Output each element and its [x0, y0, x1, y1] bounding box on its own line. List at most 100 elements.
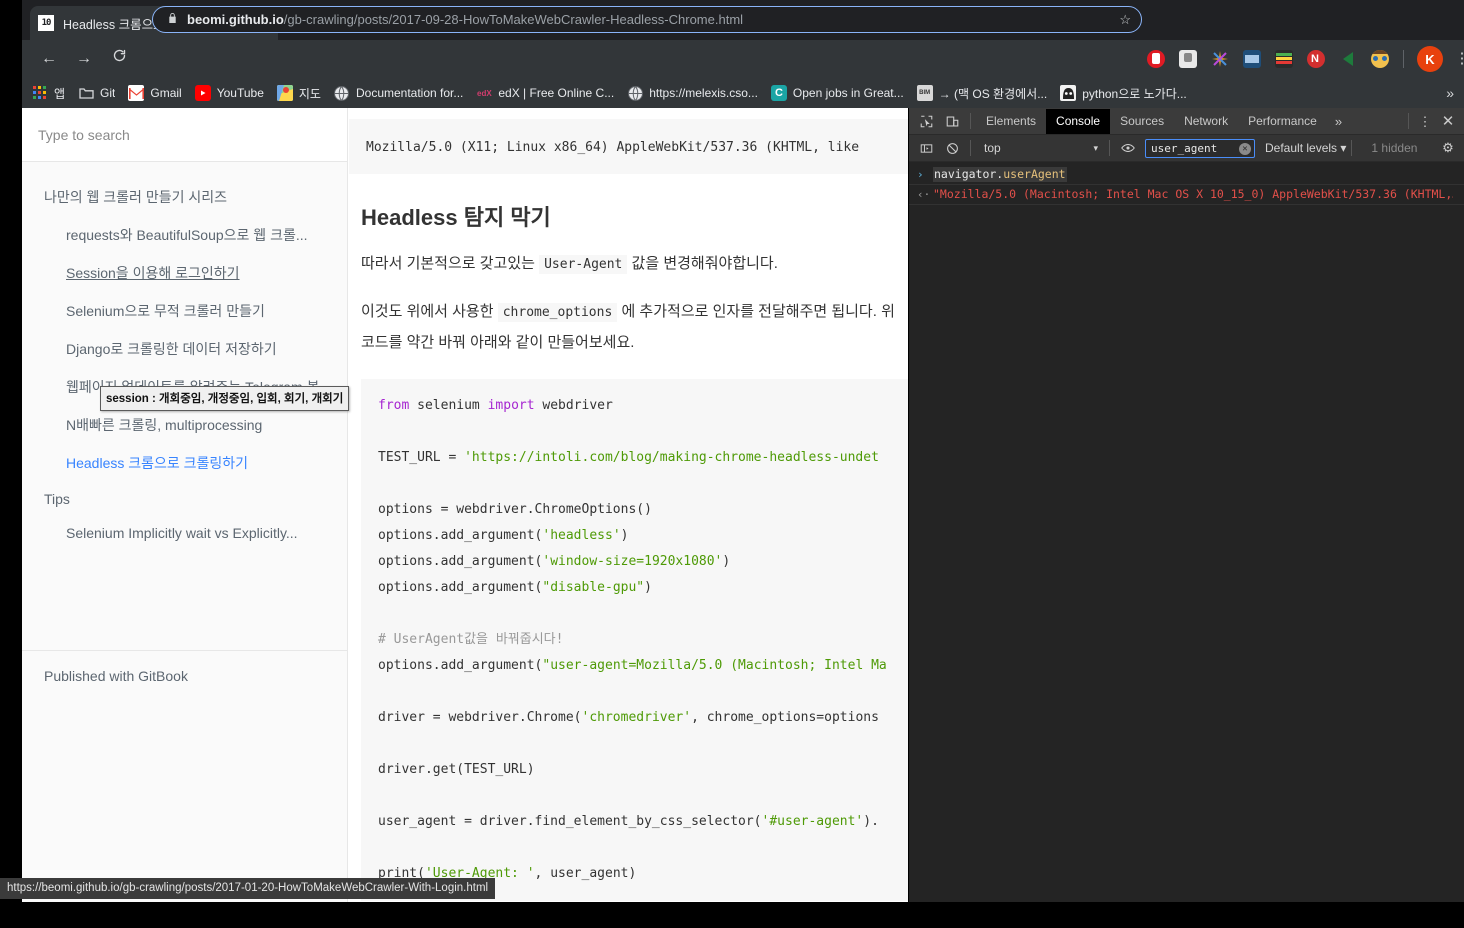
gitbook-sidebar: 나만의 웹 크롤러 만들기 시리즈 requests와 BeautifulSou…	[22, 108, 348, 902]
extension-icon-robot[interactable]	[1179, 50, 1197, 68]
reload-button[interactable]	[104, 44, 134, 74]
console-toolbar: top ▾ user_agent ✕ Default levels ▾ 1 hi…	[909, 135, 1464, 162]
toolbar-divider	[1403, 50, 1404, 68]
globe-icon	[627, 85, 643, 101]
log-levels-select[interactable]: Default levels ▾	[1265, 141, 1346, 155]
bookmark-label: Gmail	[150, 86, 182, 100]
lock-icon	[167, 12, 178, 27]
execution-context-select[interactable]: top ▾	[976, 141, 1104, 155]
sidebar-item-session-login[interactable]: Session을 이용해 로그인하기	[22, 254, 347, 292]
tab-network[interactable]: Network	[1174, 109, 1238, 134]
divider	[1109, 140, 1110, 156]
tab-sources[interactable]: Sources	[1110, 109, 1174, 134]
console-sidebar-toggle-icon[interactable]	[913, 136, 939, 161]
article-content: Mozilla/5.0 (X11; Linux x86_64) AppleWeb…	[349, 108, 908, 902]
code-token: webdriver	[542, 398, 613, 413]
useragent-output-pre: Mozilla/5.0 (X11; Linux x86_64) AppleWeb…	[349, 119, 908, 174]
more-tabs-icon[interactable]: »	[1327, 114, 1350, 129]
bookmark-label: https://melexis.cso...	[649, 86, 758, 100]
bookmark-apps[interactable]: 앱	[32, 85, 65, 102]
code-token: import	[487, 398, 543, 413]
sidebar-item-headless-chrome[interactable]: Headless 크롬으로 크롤링하기	[22, 444, 347, 482]
tab-console[interactable]: Console	[1046, 108, 1111, 134]
sidebar-item-requests-bs4[interactable]: requests와 BeautifulSoup으로 웹 크롤...	[22, 216, 347, 254]
bookmark-python[interactable]: python으로 노가다...	[1060, 85, 1187, 102]
bookmark-label: → (맥 OS 환경에서...	[938, 86, 1048, 101]
edx-icon: edX	[477, 88, 492, 98]
extension-icon-color-stack[interactable]	[1275, 50, 1293, 68]
chrome-menu-button[interactable]: ⋮	[1451, 51, 1464, 66]
code-token: )	[722, 554, 731, 569]
inspect-element-icon[interactable]	[913, 109, 939, 134]
search-input[interactable]	[38, 126, 331, 143]
console-input-row[interactable]: › navigator.userAgent	[909, 165, 1464, 185]
bookmark-label: 앱	[54, 86, 66, 101]
para2-before: 이것도 위에서 사용한	[361, 303, 498, 320]
devtools-tabbar: Elements Console Sources Network Perform…	[909, 108, 1464, 135]
bookmark-edx[interactable]: edX edX | Free Online C...	[476, 85, 614, 101]
console-settings-gear-icon[interactable]: ⚙	[1436, 140, 1460, 156]
bookmarks-bar: 앱 Git Gmail YouTube 지도 Documentation for…	[22, 78, 1464, 108]
code-token: options.add_argument(	[378, 658, 543, 673]
sidebar-item-multiprocessing[interactable]: N배빠른 크롤링, multiprocessing	[22, 406, 347, 444]
console-filter-input[interactable]: user_agent ✕	[1145, 138, 1255, 158]
expression-property: userAgent	[1003, 167, 1066, 181]
devtools-panel: Elements Console Sources Network Perform…	[908, 108, 1464, 902]
bookmark-star-icon[interactable]: ☆	[1117, 12, 1131, 28]
tab-elements[interactable]: Elements	[976, 109, 1046, 134]
bookmark-git[interactable]: Git	[78, 85, 115, 101]
bookmark-maps[interactable]: 지도	[276, 85, 321, 102]
bookmark-gmail[interactable]: Gmail	[128, 85, 182, 101]
extension-icon-star-burst[interactable]	[1211, 50, 1229, 68]
bookmark-macos[interactable]: BIM → (맥 OS 환경에서...	[916, 85, 1048, 102]
code-token: options.add_argument(	[378, 528, 543, 543]
sidebar-item-implicit-explicit-wait[interactable]: Selenium Implicitly wait vs Explicitly..…	[22, 516, 347, 550]
clear-console-icon[interactable]	[939, 136, 965, 161]
code-token: TEST_URL =	[378, 450, 465, 465]
code-token: ).	[863, 814, 879, 829]
bookmark-label: YouTube	[216, 86, 264, 100]
bookmark-melexis[interactable]: https://melexis.cso...	[627, 85, 758, 101]
clear-filter-icon[interactable]: ✕	[1239, 142, 1251, 155]
extension-icon-green-flag[interactable]	[1339, 50, 1357, 68]
link-tooltip: session : 개회중임, 개정중임, 입회, 회기, 개회기	[100, 386, 350, 411]
url-domain: beomi.github.io	[187, 12, 284, 27]
bookmark-open-jobs[interactable]: C Open jobs in Great...	[770, 85, 904, 101]
code-line: TEST_URL = 'https://intoli.com/blog/maki…	[378, 445, 908, 471]
para1-after: 값을 변경해줘야합니다.	[627, 255, 778, 272]
search-box[interactable]	[22, 108, 347, 162]
code-token: # UserAgent값을 바꿔줍시다!	[378, 632, 564, 647]
code-token: 'window-size=1920x1080'	[542, 554, 723, 569]
console-output-row[interactable]: ‹· "Mozilla/5.0 (Macintosh; Intel Mac OS…	[909, 185, 1464, 205]
bookmark-youtube[interactable]: YouTube	[194, 85, 264, 101]
sidebar-item-selenium[interactable]: Selenium으로 무적 크롤러 만들기	[22, 292, 347, 330]
back-button[interactable]: ←	[34, 44, 64, 74]
console-expression: navigator.userAgent	[933, 167, 1067, 182]
code-token: driver = webdriver.Chrome(	[378, 710, 582, 725]
divider	[1351, 140, 1353, 156]
address-bar[interactable]: beomi.github.io/gb-crawling/posts/2017-0…	[152, 6, 1142, 33]
sidebar-item-django[interactable]: Django로 크롤링한 데이터 저장하기	[22, 330, 347, 368]
folder-icon	[78, 85, 94, 101]
console-eye-icon[interactable]	[1115, 136, 1141, 161]
extension-icon-stop[interactable]	[1147, 50, 1165, 68]
bookmarks-overflow-button[interactable]: »	[1446, 84, 1454, 102]
forward-button[interactable]: →	[69, 44, 99, 74]
extension-icon-face-avatar[interactable]	[1371, 50, 1389, 68]
extension-icon-screenshot[interactable]	[1243, 50, 1261, 68]
bookmark-documentation[interactable]: Documentation for...	[334, 85, 463, 101]
devtools-menu-icon[interactable]: ⋮	[1414, 115, 1436, 128]
device-toolbar-icon[interactable]	[939, 109, 965, 134]
profile-avatar[interactable]: K	[1417, 46, 1443, 72]
extension-icon-red-circle-n[interactable]: N	[1307, 50, 1325, 68]
code-line: driver.get(TEST_URL)	[378, 757, 908, 783]
code-token: )	[620, 528, 629, 543]
code-token: from	[378, 398, 418, 413]
tab-performance[interactable]: Performance	[1238, 109, 1327, 134]
hidden-messages-count: 1 hidden	[1371, 141, 1418, 155]
close-devtools-icon[interactable]: ✕	[1436, 112, 1460, 130]
maps-icon	[276, 85, 293, 101]
para1-before: 따라서 기본적으로 갖고있는	[361, 255, 540, 272]
